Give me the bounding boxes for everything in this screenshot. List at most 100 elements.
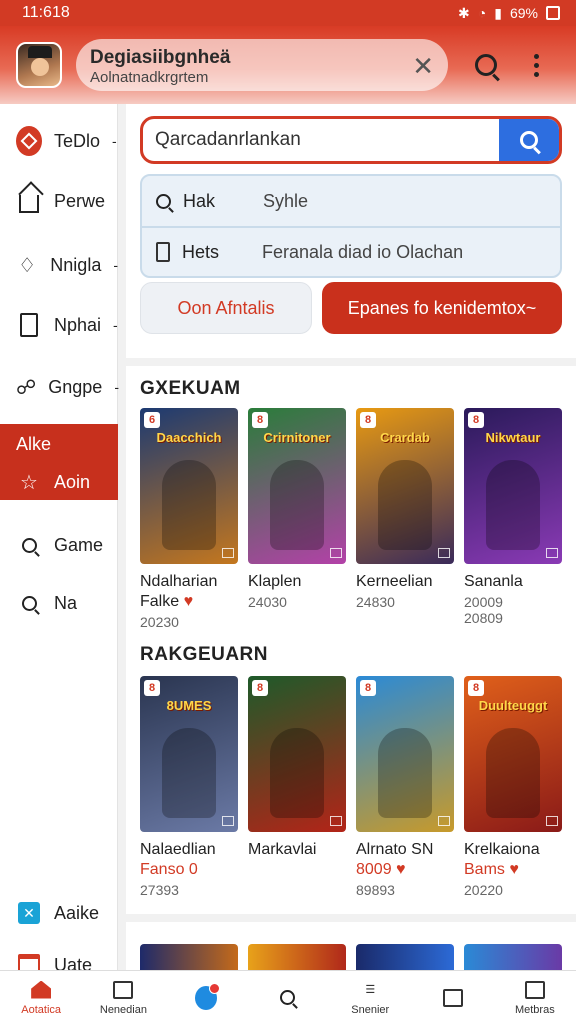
game-meta: 20230 (140, 614, 179, 630)
game-card[interactable]: 8 Nikwtaur Sananla 20009 20809 (464, 408, 562, 626)
library-icon (113, 980, 134, 999)
controller-icon: ☍ (16, 376, 37, 399)
expand-icon (546, 816, 558, 826)
search-icon (520, 131, 538, 149)
search-icon (21, 537, 37, 553)
cover-title: Duulteuggt (478, 698, 548, 713)
game-cover[interactable] (248, 944, 346, 970)
heart-icon[interactable]: ♥ (509, 861, 519, 878)
game-cover[interactable]: 8 8UMES (140, 676, 238, 832)
game-card[interactable]: 8 Alrnato SN 8009 ♥ 89893 (356, 676, 454, 898)
game-card[interactable]: 8 8UMES Nalaedlian Fanso 0 27393 (140, 676, 238, 898)
heart-icon[interactable]: ♥ (396, 861, 406, 878)
rating-badge: 8 (252, 680, 268, 696)
game-cover[interactable]: 6 Daacchich (140, 408, 238, 564)
filter-key: Hak (183, 190, 216, 211)
sidebar-item-game[interactable]: Game (0, 518, 118, 572)
nav-home[interactable]: Aotatica (0, 971, 82, 1024)
game-cover[interactable]: 8 (248, 676, 346, 832)
sidebar-item-aoin[interactable]: ☆ Aoin (0, 464, 118, 500)
tablet-icon (20, 313, 38, 337)
sidebar-item-label: Game (54, 534, 104, 555)
title-pill[interactable]: Degiasiibgnheä Aolnatnadkrgrtem ✕ (76, 39, 448, 91)
sidebar-item-perwe[interactable]: Perwe (0, 174, 118, 228)
app-icon: ✕ (18, 902, 40, 924)
filter-row[interactable]: Hets Feranala diad io Olachan (142, 226, 560, 276)
game-meta: 89893 (356, 882, 395, 898)
character-art (270, 460, 324, 550)
more-options-button[interactable] (516, 45, 556, 85)
close-icon[interactable]: ✕ (412, 51, 434, 82)
game-title: Ndalharian (140, 573, 218, 590)
rating-badge: 8 (144, 680, 160, 696)
primary-action-button[interactable]: Epanes fo kenidemtox~ (322, 282, 562, 334)
sidebar-item-gngpe[interactable]: ☍ Gngpe - (0, 360, 119, 414)
game-meta: 24830 (356, 594, 395, 610)
game-cover[interactable]: 8 Crirnitoner (248, 408, 346, 564)
character-art (270, 728, 324, 818)
sidebar-item-aaike[interactable]: ✕ Aaike (0, 886, 118, 940)
bluetooth-icon: ✱ (458, 4, 470, 21)
rating-badge: 6 (144, 412, 160, 428)
nav-notifications[interactable] (165, 971, 247, 1024)
game-card[interactable]: 8 Duulteuggt Krelkaiona Bams ♥ 20220 (464, 676, 562, 898)
bottom-nav: Aotatica Nenedian ☰ Snenier Metbras (0, 970, 576, 1024)
menu-icon (524, 980, 545, 999)
rating-badge: 8 (468, 412, 484, 428)
character-art (162, 728, 216, 818)
sidebar-item-label: TeDlo (54, 130, 101, 151)
game-subtitle: Bams ♥ (464, 861, 519, 878)
game-meta: 27393 (140, 882, 179, 898)
expand-icon (222, 816, 234, 826)
game-cover[interactable]: 8 Duulteuggt (464, 676, 562, 832)
search-input[interactable] (155, 119, 495, 161)
search-submit-button[interactable] (499, 119, 559, 161)
main-content: Hak Syhle Hets Feranala diad io Olachan … (126, 104, 576, 970)
heart-icon[interactable]: ♥ (184, 593, 194, 610)
sidebar-item-na[interactable]: Na (0, 576, 118, 630)
expand-icon (438, 816, 450, 826)
game-cover[interactable] (356, 944, 454, 970)
expand-icon (546, 548, 558, 558)
sidebar-item-label: Nnigla (50, 254, 102, 275)
sidebar-item-tedlo[interactable]: TeDlo - (0, 114, 118, 168)
sidebar-item-nphai[interactable]: Nphai - (0, 298, 118, 352)
game-cover[interactable] (140, 944, 238, 970)
sidebar-item-nnigla[interactable]: ♢ Nnigla - (0, 238, 118, 292)
game-cover[interactable]: 8 Nikwtaur (464, 408, 562, 564)
game-title: Nalaedlian (140, 841, 216, 858)
game-card[interactable]: 8 Crirnitoner Klaplen 24030 (248, 408, 346, 610)
game-card[interactable]: 8 Markavlai (248, 676, 346, 862)
nav-menu[interactable]: Metbras (494, 971, 576, 1024)
nav-label: Aotatica (21, 1003, 62, 1016)
game-cover[interactable] (464, 944, 562, 970)
game-card[interactable]: 6 Daacchich Ndalharian Falke ♥ 20230 (140, 408, 238, 630)
battery-icon (546, 6, 560, 20)
game-meta: 24030 (248, 594, 287, 610)
sidebar-item-label: Aaike (54, 902, 100, 923)
nav-search[interactable] (247, 971, 329, 1024)
game-meta: 20220 (464, 882, 503, 898)
game-title: Sananla (464, 573, 523, 590)
avatar[interactable] (16, 42, 62, 88)
signal-icon: ▮ (494, 4, 502, 21)
game-card[interactable]: 8 Crardab Kerneelian 24830 (356, 408, 454, 610)
app-subtitle: Aolnatnadkrgrtem (90, 69, 209, 86)
sidebar: TeDlo - Perwe ♢ Nnigla - Nphai - ☍ Gngpe - A… (0, 104, 119, 976)
app-title: Degiasiibgnheä (90, 47, 231, 68)
search-icon (156, 193, 171, 209)
nav-download[interactable] (411, 971, 493, 1024)
filter-row[interactable]: Hak Syhle (142, 176, 560, 226)
game-subtitle: 8009 ♥ (356, 861, 406, 878)
home-icon (31, 980, 52, 999)
filter-value: Feranala diad io Olachan (262, 241, 464, 262)
sidebar-item-label: Alke (16, 433, 52, 454)
nav-library[interactable]: Nenedian (82, 971, 164, 1024)
nav-profile[interactable]: ☰ Snenier (329, 971, 411, 1024)
sidebar-item-alke[interactable]: Alke (0, 424, 118, 464)
game-cover[interactable]: 8 (356, 676, 454, 832)
open-button[interactable]: Oon Afntalis (140, 282, 312, 334)
game-subtitle: Falke ♥ (140, 593, 194, 610)
game-cover[interactable]: 8 Crardab (356, 408, 454, 564)
search-button[interactable] (466, 45, 506, 85)
